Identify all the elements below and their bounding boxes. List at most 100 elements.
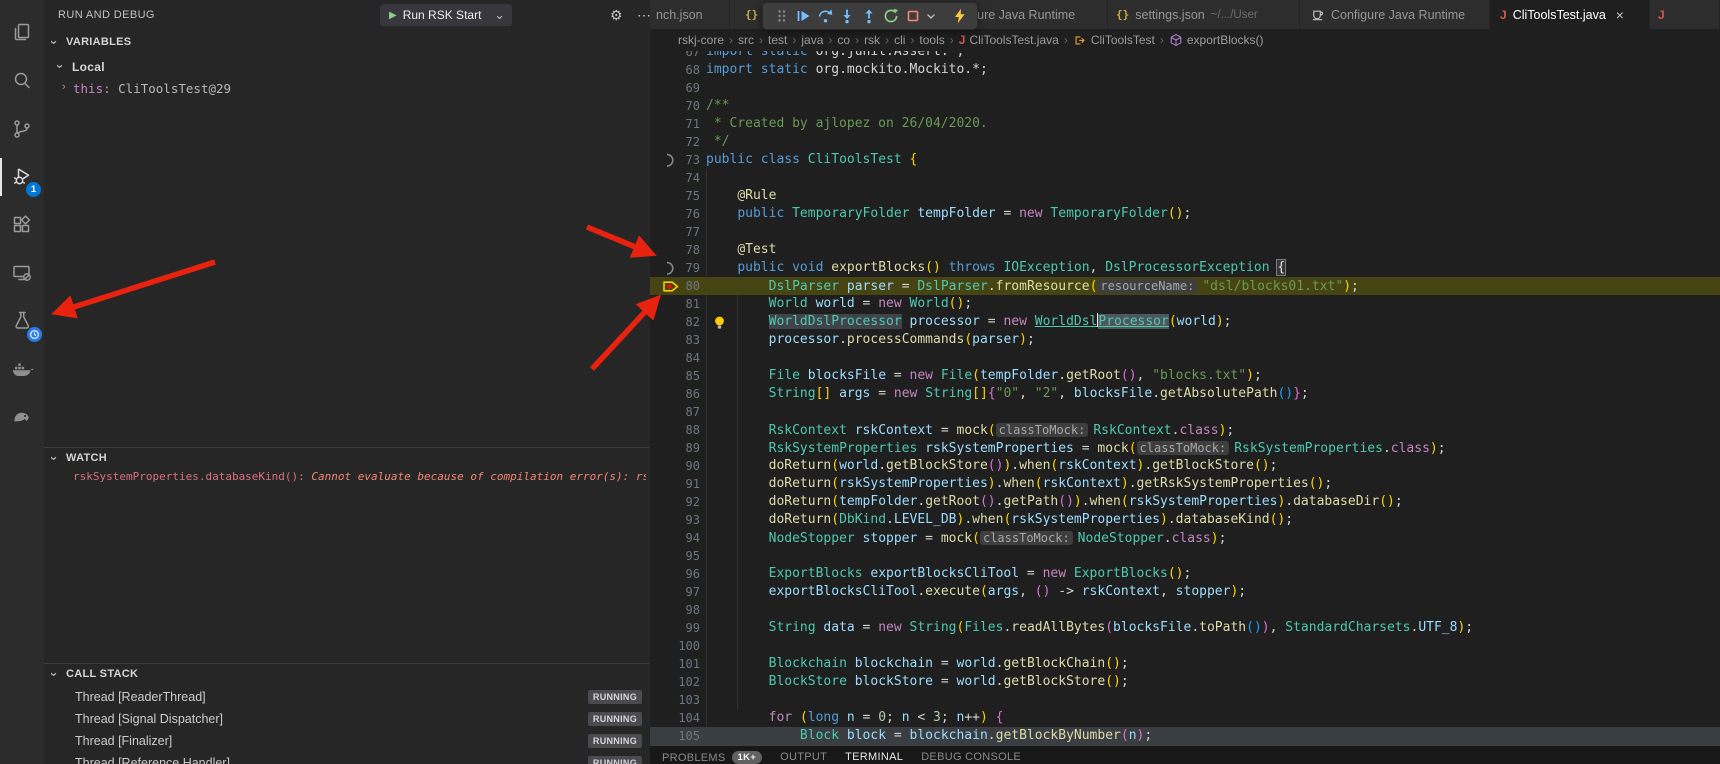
activity-bar-item-remote-explorer[interactable] [0, 250, 44, 296]
thread-status-badge: RUNNING [588, 756, 642, 764]
code-line-text: doReturn(world.getBlockStore()).when(rsk… [706, 457, 1277, 475]
thread-name: Thread [ReaderThread] [75, 690, 206, 704]
activity-bar-item-gradle[interactable] [0, 392, 44, 438]
breadcrumb-label: CliToolsTest.java [969, 33, 1058, 47]
line-number: 91 [650, 475, 700, 493]
line-number: 90 [650, 457, 700, 475]
variable-row-this[interactable]: › this: CliToolsTest@29 [44, 78, 650, 100]
line-number: 68 [650, 61, 700, 79]
breadcrumb-item[interactable]: CliToolsTest [1073, 33, 1155, 47]
step-over-button[interactable] [814, 5, 836, 27]
breadcrumb-item[interactable]: cli [894, 33, 905, 47]
breadcrumb-item[interactable]: co [837, 33, 850, 47]
gear-icon[interactable]: ⚙ [610, 7, 623, 24]
variables-section-header[interactable]: › VARIABLES [44, 32, 650, 54]
more-actions-icon[interactable]: ⋯ [637, 7, 650, 24]
panel-tab-problems[interactable]: PROBLEMS1K+ [662, 751, 762, 764]
code-line: 104 for (long n = 0; n < 3; n++) { [650, 709, 1720, 727]
variables-scope-local[interactable]: › Local [44, 56, 650, 78]
breadcrumb-item[interactable]: tools [919, 33, 944, 47]
code-line: 86 String[] args = new String[]{"0", "2"… [650, 385, 1720, 403]
activity-bar-item-search[interactable] [0, 58, 44, 104]
activity-bar-item-extensions[interactable] [0, 202, 44, 248]
panel-tab-terminal[interactable]: TERMINAL [845, 751, 903, 763]
watch-expression-row[interactable]: rskSystemProperties.databaseKind(): Cann… [73, 470, 646, 490]
call-stack-thread-row[interactable]: Thread [Reference Handler] RUNNING [44, 752, 650, 764]
call-stack-thread-row[interactable]: Thread [ReaderThread]RUNNING [44, 686, 650, 708]
tab-configure-java-runtime[interactable]: Configure Java Runtime [1300, 0, 1490, 29]
run-configuration-button[interactable]: ▶ Run RSK Start ⌄ [380, 4, 512, 26]
line-number: 78 [650, 241, 700, 259]
vscode-window: 1 RUN AND DEBUG ▶ Run RSK Start ⌄ ⚙ ⋯ › … [0, 0, 1720, 764]
tab-nch-json[interactable]: nch.json [650, 0, 730, 29]
call-stack-thread-row[interactable]: Thread [Finalizer]RUNNING [44, 730, 650, 752]
step-into-button[interactable] [836, 5, 858, 27]
call-stack-header-label: CALL STACK [66, 668, 138, 680]
breadcrumb-item[interactable]: test [768, 33, 787, 47]
activity-bar: 1 [0, 0, 44, 764]
code-line: 98 [650, 601, 1720, 619]
line-number: 70 [650, 97, 700, 115]
breadcrumb-separator: › [792, 33, 796, 47]
continue-button[interactable] [792, 5, 814, 27]
watch-section-header[interactable]: › WATCH [44, 448, 650, 470]
tab-clitoolstest-java[interactable]: JCliToolsTest.java× [1490, 0, 1650, 29]
breadcrumb-label: co [837, 33, 850, 47]
breadcrumb-item[interactable]: JCliToolsTest.java [959, 33, 1059, 47]
panel-tab-debug-console[interactable]: DEBUG CONSOLE [921, 751, 1021, 763]
code-line: 89 RskSystemProperties rskSystemProperti… [650, 439, 1720, 457]
step-out-button[interactable] [858, 5, 880, 27]
panel-tab-output[interactable]: OUTPUT [780, 751, 827, 763]
thread-name: Thread [Reference Handler] [75, 756, 230, 764]
clock-badge-icon [27, 327, 42, 342]
drag-handle-button[interactable] [770, 5, 792, 27]
call-stack-section-header[interactable]: › CALL STACK [44, 664, 650, 686]
panel-tab-label: PROBLEMS [662, 752, 726, 764]
code-line: 82 WorldDslProcessor processor = new Wor… [650, 313, 1720, 331]
code-line-text: RskContext rskContext = mock(classToMock… [706, 421, 1234, 440]
breadcrumb-item[interactable]: src [738, 33, 754, 47]
tab-label: CliToolsTest.java [1513, 8, 1606, 22]
source-control-icon [10, 117, 34, 141]
stop-button[interactable] [902, 5, 924, 27]
code-line: 74 [650, 169, 1720, 187]
line-number: 84 [650, 349, 700, 367]
activity-bar-item-test-flask[interactable] [0, 298, 44, 344]
stop-dropdown-button[interactable] [924, 5, 938, 27]
breadcrumb-label: java [801, 33, 823, 47]
activity-bar-item-explorer[interactable] [0, 10, 44, 56]
line-number: 88 [650, 421, 700, 439]
restart-button[interactable] [880, 5, 902, 27]
call-stack-thread-row[interactable]: Thread [Signal Dispatcher]RUNNING [44, 708, 650, 730]
code-line: 95 [650, 547, 1720, 565]
code-line: 101 Blockchain blockchain = world.getBlo… [650, 655, 1720, 673]
activity-bar-item-docker[interactable] [0, 346, 44, 392]
line-number: 100 [650, 637, 700, 655]
line-number: 97 [650, 583, 700, 601]
line-number: 89 [650, 439, 700, 457]
remote-explorer-icon [10, 261, 34, 285]
code-line: 70 /** [650, 97, 1720, 115]
tab-unnamed-6[interactable]: J [1650, 0, 1720, 29]
code-editor[interactable]: 67import static org.junit.Assert.*;68imp… [650, 51, 1720, 745]
breadcrumb-item[interactable]: rsk [864, 33, 880, 47]
explorer-icon [10, 21, 34, 45]
tab-label: settings.json [1135, 8, 1204, 22]
code-line-text: /** [706, 97, 729, 115]
breadcrumb-separator: › [855, 33, 859, 47]
close-icon[interactable]: × [1616, 7, 1624, 23]
code-line: 77 [650, 223, 1720, 241]
activity-bar-item-run-and-debug[interactable]: 1 [0, 154, 44, 200]
line-number: 86 [650, 385, 700, 403]
breadcrumb-item[interactable]: java [801, 33, 823, 47]
activity-bar-item-source-control[interactable] [0, 106, 44, 152]
tab-settings-json[interactable]: {}settings.json~/.../User [1108, 0, 1300, 29]
watch-expression: rskSystemProperties.databaseKind(): [73, 470, 305, 483]
breadcrumb-item[interactable]: exportBlocks() [1169, 33, 1264, 47]
hot-code-replace-button[interactable] [948, 5, 970, 27]
chevron-down-icon: › [53, 64, 68, 69]
code-line-text: File blocksFile = new File(tempFolder.ge… [706, 367, 1262, 385]
chevron-down-icon[interactable]: ⌄ [494, 7, 505, 23]
breadcrumb-label: rskj-core [678, 33, 724, 47]
breadcrumb-item[interactable]: rskj-core [678, 33, 724, 47]
